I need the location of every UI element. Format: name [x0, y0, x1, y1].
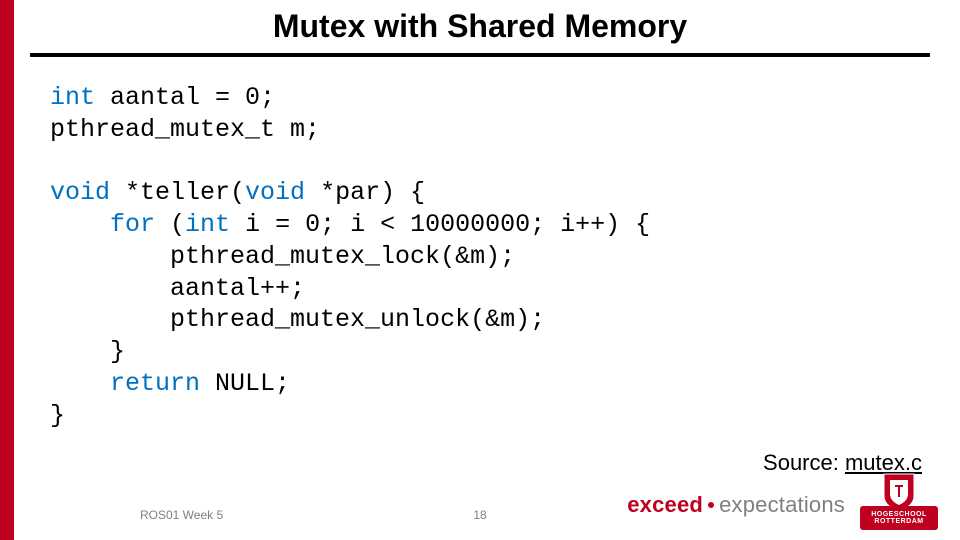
code-l6: aantal++;	[50, 274, 305, 303]
code-l8: }	[50, 337, 125, 366]
source-label: Source:	[763, 450, 845, 475]
logo-banner: HOGESCHOOL ROTTERDAM	[860, 506, 938, 530]
title-block: Mutex with Shared Memory	[30, 8, 930, 57]
logo-text: HOGESCHOOL ROTTERDAM	[871, 511, 927, 525]
code-l5: pthread_mutex_lock(&m);	[50, 242, 515, 271]
content: int aantal = 0; pthread_mutex_t m; void …	[50, 82, 920, 431]
title-underline	[30, 53, 930, 57]
accent-bar	[0, 0, 14, 540]
brand-exceed: exceed	[627, 492, 703, 518]
code-l4a: (	[155, 210, 185, 239]
kw-int2: int	[185, 210, 230, 239]
kw-return: return	[110, 369, 200, 398]
page-number: 18	[473, 508, 486, 522]
code-l4b: i = 0; i < 10000000; i++) {	[230, 210, 650, 239]
code-l3a: *teller(	[110, 178, 245, 207]
indent2	[50, 369, 110, 398]
page-title: Mutex with Shared Memory	[30, 8, 930, 51]
code-l1: aantal = 0;	[95, 83, 275, 112]
slide: Mutex with Shared Memory int aantal = 0;…	[0, 0, 960, 540]
school-logo: HOGESCHOOL ROTTERDAM	[860, 472, 938, 530]
brand: exceed expectations	[627, 492, 845, 518]
kw-void: void	[50, 178, 110, 207]
kw-int: int	[50, 83, 95, 112]
code-l2: pthread_mutex_t m;	[50, 115, 320, 144]
code-l10: }	[50, 401, 65, 430]
footer-left: ROS01 Week 5	[140, 508, 223, 522]
brand-expectations: expectations	[719, 492, 845, 518]
kw-void2: void	[245, 178, 305, 207]
kw-for: for	[110, 210, 155, 239]
code-l3b: *par) {	[305, 178, 425, 207]
brand-dot-icon	[708, 502, 714, 508]
code-l7: pthread_mutex_unlock(&m);	[50, 305, 545, 334]
code-block: int aantal = 0; pthread_mutex_t m; void …	[50, 82, 920, 431]
indent	[50, 210, 110, 239]
code-l9: NULL;	[200, 369, 290, 398]
